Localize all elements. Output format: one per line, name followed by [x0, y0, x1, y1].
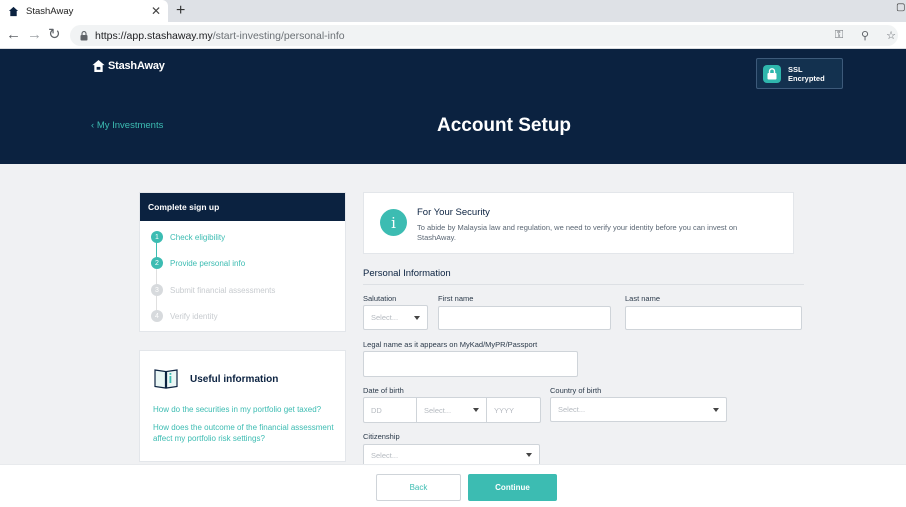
browser-tab[interactable]: StashAway ✕	[0, 0, 168, 22]
first-name-label: First name	[438, 294, 474, 303]
ssl-line-2: Encrypted	[788, 73, 825, 83]
salutation-label: Salutation	[363, 294, 397, 303]
page-header: StashAway SSL Encrypted ‹ My Investments…	[0, 49, 906, 164]
country-of-birth-select[interactable]: Select...	[550, 397, 727, 422]
salutation-placeholder: Select...	[371, 313, 399, 322]
back-button[interactable]: Back	[376, 474, 461, 501]
dob-year-input[interactable]: YYYY	[486, 397, 541, 423]
notice-body: To abide by Malaysia law and regulation,…	[417, 223, 738, 242]
url-path: /start-investing/personal-info	[212, 29, 345, 42]
notice-title: For Your Security	[417, 207, 490, 218]
dob-month-placeholder: Select...	[424, 405, 452, 415]
useful-information-title: Useful information	[190, 374, 279, 385]
info-icon: i	[380, 209, 407, 236]
ssl-line-1: SSL	[788, 64, 803, 74]
step-label: Submit financial assessments	[170, 285, 276, 295]
zoom-icon[interactable]: ⚲	[858, 29, 872, 42]
tab-title: StashAway	[26, 5, 74, 17]
legal-name-input[interactable]	[363, 351, 578, 377]
date-of-birth-label: Date of birth	[363, 386, 404, 395]
reload-icon[interactable]: ↻	[48, 26, 61, 44]
step-label: Check eligibility	[170, 232, 226, 242]
step-label: Provide personal info	[170, 258, 246, 268]
lock-icon	[80, 30, 88, 40]
back-arrow-icon[interactable]: ←	[6, 26, 21, 44]
caret-down-icon	[713, 407, 719, 412]
useful-link-taxes[interactable]: How do the securities in my portfolio ge…	[153, 404, 338, 415]
dob-day-input[interactable]: DD	[363, 397, 417, 423]
citizenship-select[interactable]: Select...	[363, 444, 540, 466]
key-icon[interactable]: ⚿	[832, 29, 846, 42]
book-info-icon	[154, 369, 178, 389]
forward-arrow-icon[interactable]: →	[27, 26, 42, 44]
country-placeholder: Select...	[558, 405, 586, 414]
step-provide-personal-info[interactable]: 2 Provide personal info	[151, 257, 245, 269]
legal-name-label: Legal name as it appears on MyKad/MyPR/P…	[363, 340, 538, 349]
ssl-text: SSL Encrypted	[788, 65, 825, 83]
first-name-input[interactable]	[438, 306, 611, 330]
steps-heading: Complete sign up	[140, 193, 345, 221]
browser-tab-bar: StashAway ✕ + ▢	[0, 0, 906, 22]
salutation-select[interactable]: Select...	[363, 305, 428, 330]
dob-year-placeholder: YYYY	[494, 405, 515, 415]
url-text: https://app.stashaway.my/start-investing…	[95, 30, 820, 42]
useful-information-panel: Useful information How do the securities…	[139, 350, 346, 462]
useful-link-risk-settings[interactable]: How does the outcome of the financial as…	[153, 422, 338, 444]
address-bar: ← → ↻ https://app.stashaway.my/start-inv…	[0, 22, 906, 49]
last-name-input[interactable]	[625, 306, 802, 330]
dob-day-placeholder: DD	[371, 405, 382, 415]
window-restore-icon[interactable]: ▢	[896, 2, 906, 13]
new-tab-button[interactable]: +	[176, 2, 185, 20]
steps-progress-line	[156, 237, 157, 317]
url-host: https://app.stashaway.my	[95, 29, 213, 42]
tab-close-button[interactable]: ✕	[148, 4, 164, 18]
logo-house-icon	[92, 59, 105, 73]
ssl-badge: SSL Encrypted	[756, 58, 843, 89]
ssl-lock-icon	[763, 64, 781, 83]
home-icon	[8, 6, 19, 16]
step-label: Verify identity	[170, 311, 218, 321]
step-number: 3	[151, 284, 163, 296]
continue-button[interactable]: Continue	[468, 474, 557, 501]
last-name-label: Last name	[625, 294, 661, 303]
security-notice: i For Your Security To abide by Malaysia…	[363, 192, 794, 254]
page-title: Account Setup	[436, 115, 572, 136]
country-of-birth-label: Country of birth	[550, 386, 602, 395]
citizenship-label: Citizenship	[363, 432, 400, 441]
citizenship-placeholder: Select...	[371, 450, 399, 460]
signup-steps-panel: Complete sign up 1 Check eligibility 2 P…	[139, 192, 346, 332]
star-icon[interactable]: ☆	[884, 29, 898, 42]
caret-down-icon	[414, 315, 420, 320]
step-verify-identity: 4 Verify identity	[151, 310, 218, 322]
caret-down-icon	[473, 408, 479, 412]
step-number: 2	[151, 257, 163, 269]
step-check-eligibility[interactable]: 1 Check eligibility	[151, 231, 225, 243]
step-number: 1	[151, 231, 163, 243]
personal-information-heading: Personal Information	[363, 268, 451, 279]
step-number: 4	[151, 310, 163, 322]
logo-text: StashAway	[108, 60, 165, 72]
step-submit-financial-assessments: 3 Submit financial assessments	[151, 284, 275, 296]
dob-month-select[interactable]: Select...	[416, 397, 487, 423]
url-field[interactable]: https://app.stashaway.my/start-investing…	[70, 25, 898, 46]
caret-down-icon	[526, 453, 532, 457]
stashaway-logo[interactable]: StashAway	[92, 59, 165, 73]
section-divider	[363, 284, 804, 285]
